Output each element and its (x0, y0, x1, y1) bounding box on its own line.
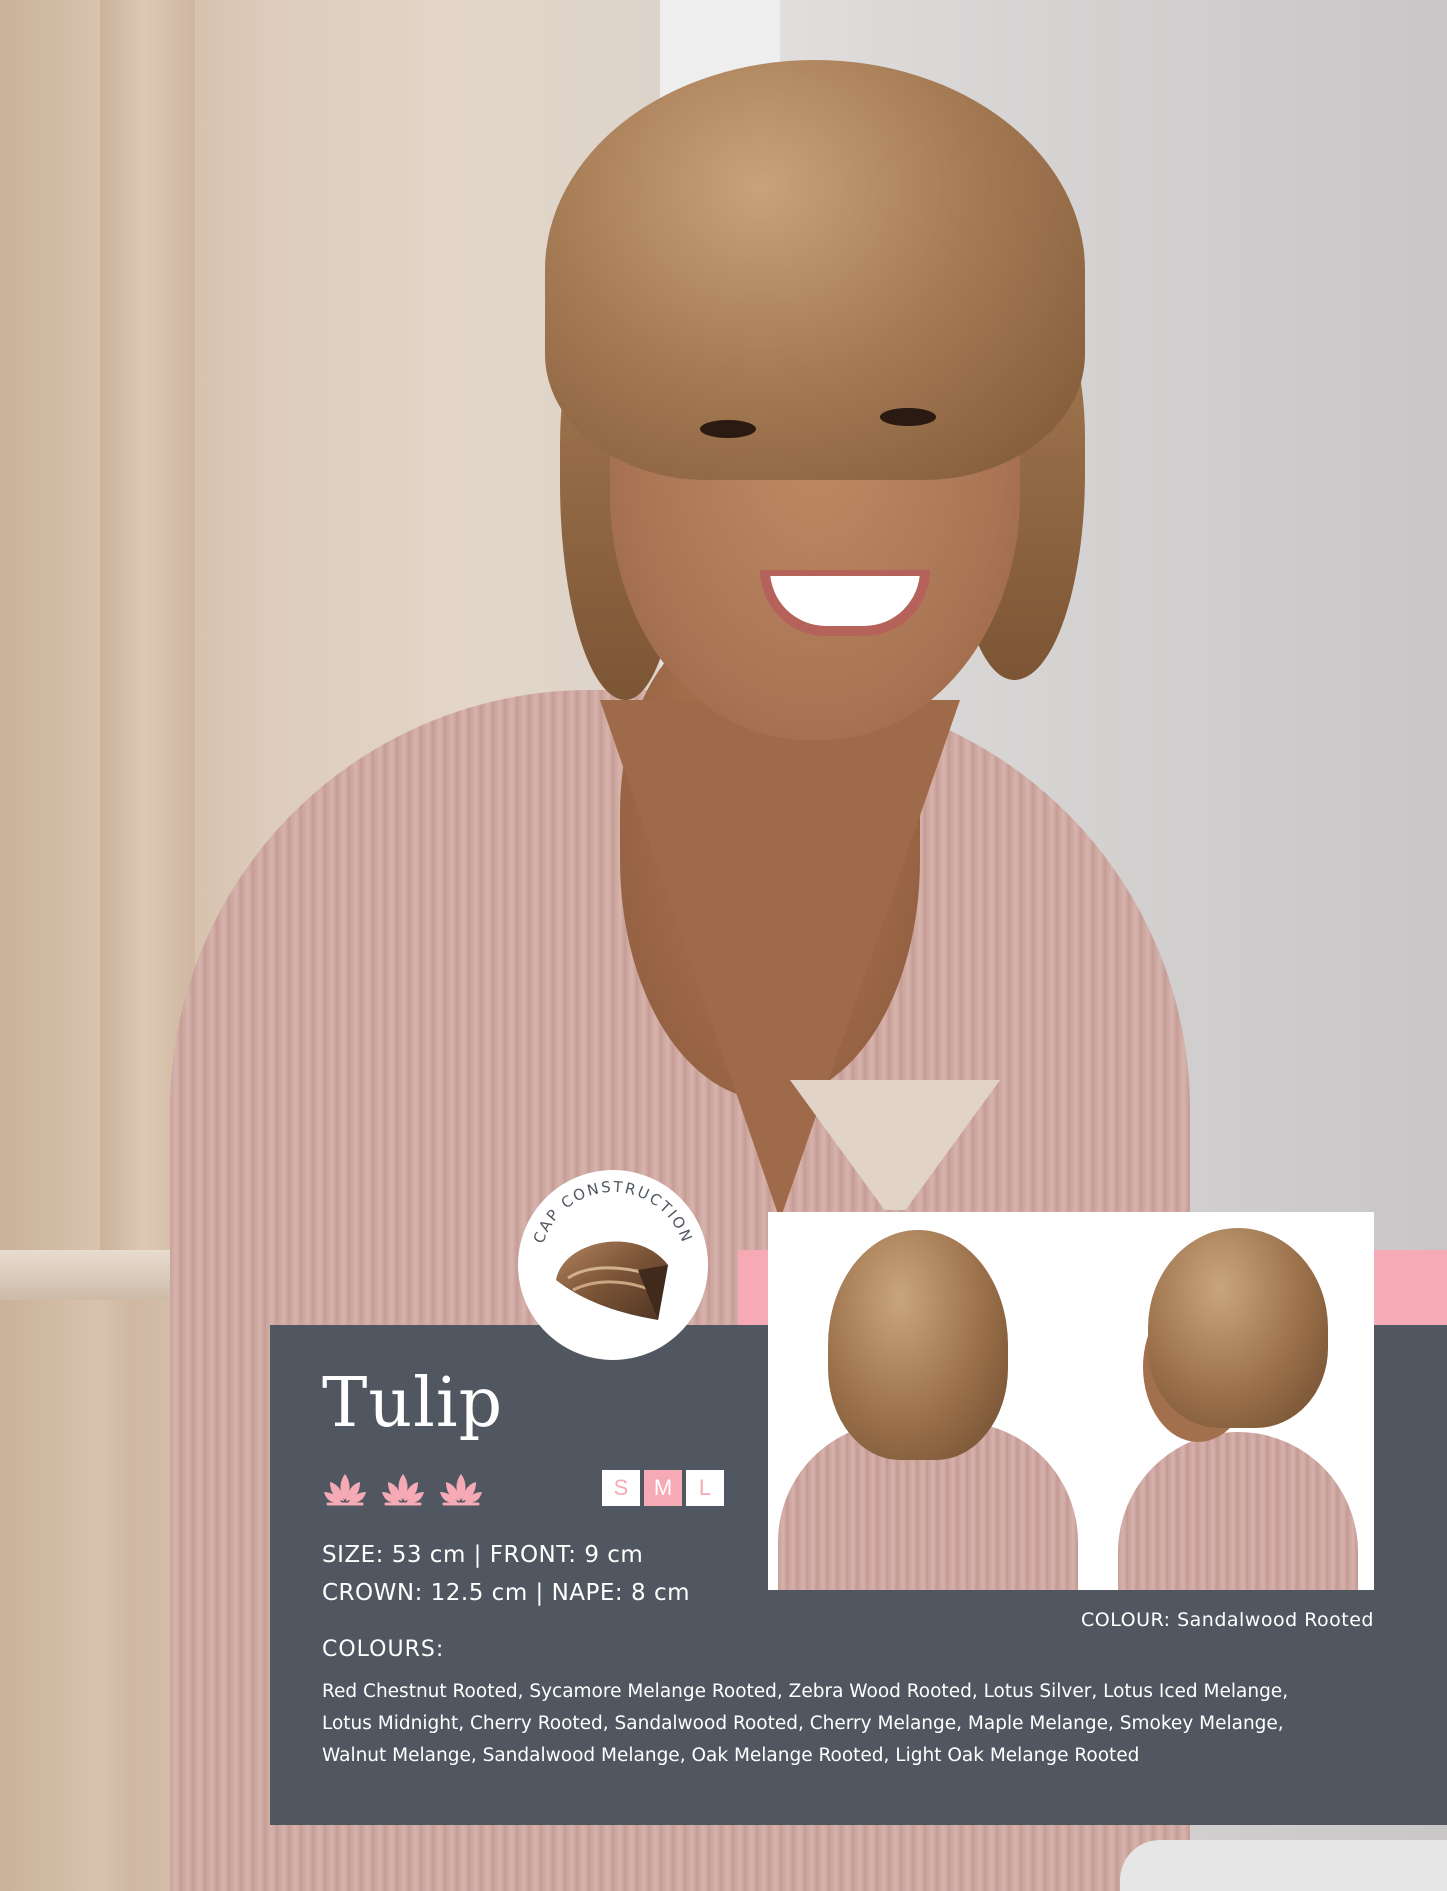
product-photo (768, 1212, 1374, 1590)
spec-size-front: SIZE: 53 cm | FRONT: 9 cm (322, 1542, 644, 1568)
model-eye-right (880, 408, 936, 426)
product-photo-side-hair (1148, 1228, 1328, 1428)
product-photo-side-body (1118, 1432, 1358, 1590)
model-hair (545, 60, 1085, 480)
background-sofa (1120, 1840, 1447, 1891)
lotus-icon (440, 1474, 482, 1506)
size-option-s: S (602, 1470, 640, 1506)
size-option-l: L (686, 1470, 724, 1506)
colours-heading: COLOURS: (322, 1637, 445, 1662)
colours-line: Walnut Melange, Sandalwood Melange, Oak … (322, 1745, 1140, 1766)
catalog-page: CAP CONSTRUCTION Tulip SML SIZE: 53 cm |… (0, 0, 1447, 1891)
svg-text:CAP CONSTRUCTION: CAP CONSTRUCTION (530, 1178, 697, 1246)
cap-construction-badge: CAP CONSTRUCTION (518, 1170, 708, 1360)
colours-list: Red Chestnut Rooted, Sycamore Melange Ro… (322, 1676, 1342, 1772)
colours-line: Red Chestnut Rooted, Sycamore Melange Ro… (322, 1681, 1289, 1702)
model-eye-left (700, 420, 756, 438)
lotus-icon (382, 1474, 424, 1506)
cap-construction-label: CAP CONSTRUCTION (530, 1178, 695, 1246)
lotus-icon (324, 1474, 366, 1506)
size-options: SML (602, 1470, 724, 1506)
spec-crown-nape: CROWN: 12.5 cm | NAPE: 8 cm (322, 1580, 690, 1606)
colours-line: Lotus Midnight, Cherry Rooted, Sandalwoo… (322, 1713, 1284, 1734)
wig-cap-icon: CAP CONSTRUCTION (530, 1178, 697, 1320)
accent-bar-left (738, 1250, 768, 1325)
accent-bar-right (1374, 1250, 1447, 1325)
rating-lotus-row (322, 1470, 484, 1508)
photo-colour-caption: COLOUR: Sandalwood Rooted (1081, 1609, 1374, 1631)
product-title: Tulip (322, 1364, 504, 1443)
size-option-m: M (644, 1470, 682, 1506)
product-photo-back-hair (828, 1230, 1008, 1460)
